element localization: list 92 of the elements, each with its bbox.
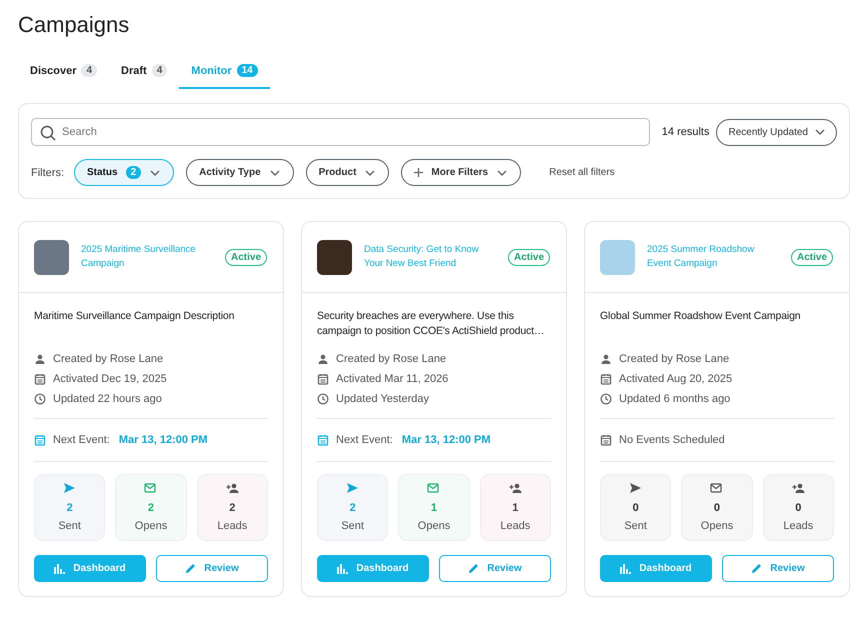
next-event-date: Mar 13, 12:00 PM <box>118 434 208 446</box>
filters-label: Filters: <box>31 166 64 178</box>
plus-icon <box>414 168 424 177</box>
stat-value: 2 <box>66 502 73 514</box>
count-badge: 2 <box>126 166 142 179</box>
pencil-icon <box>751 563 762 574</box>
activated-date: Activated Mar 11, 2026 <box>336 373 448 385</box>
filter-dropdown[interactable]: Activity Type <box>186 159 294 186</box>
clock-icon <box>600 393 612 405</box>
campaign-description: Maritime Surveillance Campaign Description <box>34 309 236 324</box>
review-button[interactable]: Review <box>439 555 551 582</box>
stat-value: 2 <box>350 502 356 514</box>
sort-dropdown[interactable]: Recently Updated <box>716 118 837 146</box>
stat-value: 0 <box>714 502 720 514</box>
stat-label: Leads <box>783 520 814 532</box>
bar-chart-icon <box>54 564 66 574</box>
stat-label: Opens <box>418 520 450 532</box>
stat-label: Leads <box>500 520 530 532</box>
creator-text: Created by Rose Lane <box>619 353 730 365</box>
stat-label: Sent <box>58 520 81 532</box>
updated-time: Updated Yesterday <box>336 393 429 405</box>
campaign-description: Security breaches are everywhere. Use this campaign to position CCOE's ActiShield product… <box>317 309 546 339</box>
stat-value: 1 <box>512 502 518 514</box>
stat-label: Leads <box>217 520 248 532</box>
stat-value: 2 <box>148 502 154 514</box>
count-badge: 4 <box>81 64 98 77</box>
envelope-icon <box>144 482 158 494</box>
stat-value: 1 <box>430 502 438 514</box>
pencil-icon <box>185 563 196 574</box>
activated-date: Activated Dec 19, 2025 <box>53 373 167 385</box>
add-person-icon <box>508 482 522 494</box>
send-icon <box>346 482 360 494</box>
clock-icon <box>317 393 329 405</box>
calendar-icon <box>34 373 46 385</box>
photo-placeholder <box>600 240 635 274</box>
pencil-icon <box>468 563 480 574</box>
updated-time: Updated 6 months ago <box>619 393 730 405</box>
person-icon <box>600 353 612 365</box>
filter-dropdown[interactable]: More Filters <box>401 159 522 186</box>
envelope-icon <box>710 482 724 494</box>
send-icon <box>629 482 642 494</box>
review-button[interactable]: Review <box>156 555 268 582</box>
clock-icon <box>34 393 46 405</box>
no-events-text: No Events Scheduled <box>619 434 725 446</box>
bar-chart-icon <box>337 564 348 574</box>
activated-date: Activated Aug 20, 2025 <box>619 373 732 385</box>
next-event-label: Next Event: <box>53 434 110 446</box>
review-button[interactable]: Review <box>722 555 834 582</box>
page-title: Campaigns <box>18 12 130 38</box>
tab[interactable]: Monitor 14 <box>179 58 270 89</box>
campaign-title-link[interactable]: 2025 Maritime Surveillance Campaign <box>81 243 213 271</box>
status-badge: Active <box>224 248 267 266</box>
filter-dropdown[interactable]: Status 2 <box>74 159 174 186</box>
send-icon <box>63 482 76 494</box>
next-event-label: Next Event: <box>336 434 393 446</box>
dashboard-button[interactable]: Dashboard <box>34 555 146 582</box>
campaign-description: Global Summer Roadshow Event Campaign <box>600 309 802 324</box>
calendar-icon <box>317 373 329 385</box>
dashboard-button[interactable]: Dashboard <box>317 555 429 582</box>
reset-filters-link[interactable]: Reset all filters <box>543 166 621 179</box>
person-icon <box>317 353 329 365</box>
photo-placeholder <box>317 240 352 274</box>
count-badge: 14 <box>236 64 258 77</box>
creator-text: Created by Rose Lane <box>53 353 164 365</box>
stat-label: Opens <box>134 520 168 532</box>
calendar-icon <box>600 373 612 385</box>
photo-placeholder <box>34 240 69 274</box>
stat-label: Sent <box>341 520 364 532</box>
filter-dropdown[interactable]: Product <box>306 159 390 186</box>
envelope-icon <box>427 482 440 494</box>
dashboard-button[interactable]: Dashboard <box>600 555 712 582</box>
creator-text: Created by Rose Lane <box>336 353 446 365</box>
status-badge: Active <box>790 248 833 266</box>
next-event-date: Mar 13, 12:00 PM <box>402 434 491 446</box>
count-badge: 4 <box>152 64 168 77</box>
search-field[interactable]: Search <box>31 118 650 146</box>
person-icon <box>34 353 46 365</box>
tab[interactable]: Draft 4 <box>109 58 180 89</box>
stat-label: Opens <box>700 520 734 532</box>
add-person-icon <box>226 482 239 494</box>
tab[interactable]: Discover 4 <box>18 58 110 89</box>
bar-chart-icon <box>620 564 632 574</box>
campaign-title-link[interactable]: Data Security: Get to Know Your New Best Friend <box>364 243 496 271</box>
add-person-icon <box>792 482 805 494</box>
updated-time: Updated 22 hours ago <box>53 393 162 405</box>
status-badge: Active <box>508 248 550 266</box>
stat-value: 2 <box>229 502 236 514</box>
campaign-title-link[interactable]: 2025 Summer Roadshow Event Campaign <box>647 243 779 271</box>
stat-label: Sent <box>624 520 647 532</box>
stat-value: 0 <box>795 502 802 514</box>
stat-value: 0 <box>632 502 639 514</box>
results-count: 14 results <box>662 126 710 138</box>
